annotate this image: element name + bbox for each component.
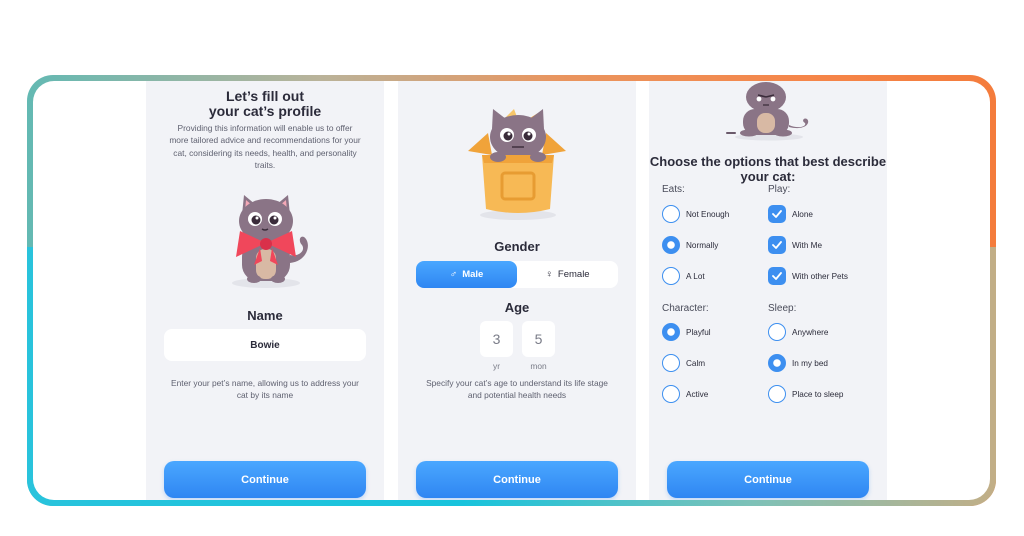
name-hint: Enter your pet’s name, allowing us to ad… bbox=[171, 378, 359, 401]
showcase-canvas: Let’s fill out your cat’s profile Provid… bbox=[33, 81, 990, 500]
play-option-with-other-pets[interactable]: With other Pets bbox=[768, 267, 848, 285]
play-label: Play: bbox=[768, 184, 791, 195]
continue-button[interactable]: Continue bbox=[667, 461, 869, 498]
profile-description: Providing this information will enable u… bbox=[169, 123, 361, 171]
option-label: Place to sleep bbox=[792, 389, 844, 399]
name-label: Name bbox=[247, 308, 283, 323]
character-option-active[interactable]: Active bbox=[662, 385, 708, 403]
option-label: In my bed bbox=[792, 358, 828, 368]
option-label: Not Enough bbox=[686, 209, 730, 219]
radio-icon bbox=[768, 323, 786, 341]
radio-icon bbox=[768, 385, 786, 403]
checkbox-checked-icon bbox=[768, 267, 786, 285]
profile-name-screen: Let’s fill out your cat’s profile Provid… bbox=[146, 81, 384, 500]
traits-title: Choose the options that best describe yo… bbox=[649, 154, 887, 184]
radio-icon bbox=[662, 385, 680, 403]
sleep-option-place-to-sleep[interactable]: Place to sleep bbox=[768, 385, 843, 403]
gender-option-male[interactable]: ♂ Male bbox=[416, 261, 517, 288]
option-label: Active bbox=[686, 389, 709, 399]
eats-label: Eats: bbox=[662, 184, 685, 195]
grumpy-cat-illustration bbox=[726, 82, 809, 141]
option-label: Anywhere bbox=[792, 327, 829, 337]
title-line-2: your cat’s profile bbox=[208, 103, 322, 119]
eats-option-normally[interactable]: Normally bbox=[662, 236, 718, 254]
age-years-input[interactable]: 3 bbox=[480, 321, 513, 357]
checkbox-checked-icon bbox=[768, 236, 786, 254]
radio-icon bbox=[662, 205, 680, 223]
gradient-frame: Let’s fill out your cat’s profile Provid… bbox=[27, 75, 996, 506]
age-hint: Specify your cat’s age to understand its… bbox=[426, 378, 608, 401]
option-label: With Me bbox=[792, 240, 823, 250]
checkbox-checked-icon bbox=[768, 205, 786, 223]
age-label: Age bbox=[504, 300, 530, 315]
character-label: Character: bbox=[662, 303, 709, 314]
cat-with-bow-illustration bbox=[232, 195, 308, 288]
age-years-unit: yr bbox=[493, 361, 500, 371]
eats-option-a-lot[interactable]: A Lot bbox=[662, 267, 705, 285]
gender-option-label: Male bbox=[462, 269, 484, 280]
gender-option-label: Female bbox=[557, 269, 590, 280]
page-title: Let’s fill out your cat’s profile bbox=[146, 89, 384, 119]
option-label: With other Pets bbox=[792, 271, 848, 281]
age-months-input[interactable]: 5 bbox=[522, 321, 555, 357]
option-label: Playful bbox=[686, 327, 711, 337]
name-input[interactable]: Bowie bbox=[164, 329, 366, 361]
traits-screen: Choose the options that best describe yo… bbox=[649, 81, 887, 500]
option-label: Alone bbox=[792, 209, 813, 219]
play-option-with-me[interactable]: With Me bbox=[768, 236, 822, 254]
age-months-unit: mon bbox=[530, 361, 547, 371]
gender-age-screen: Gender ♂ Male ♀ Female Age 3 5 yr mon Sp… bbox=[398, 81, 636, 500]
option-label: Normally bbox=[686, 240, 719, 250]
radio-selected-icon bbox=[662, 323, 680, 341]
title-line-1: Let’s fill out bbox=[225, 88, 305, 104]
continue-button[interactable]: Continue bbox=[416, 461, 618, 498]
radio-selected-icon bbox=[662, 236, 680, 254]
female-icon: ♀ bbox=[545, 269, 553, 280]
gender-option-female[interactable]: ♀ Female bbox=[517, 261, 618, 288]
sleep-option-anywhere[interactable]: Anywhere bbox=[768, 323, 828, 341]
male-icon: ♂ bbox=[449, 269, 458, 280]
option-label: A Lot bbox=[686, 271, 705, 281]
play-option-alone[interactable]: Alone bbox=[768, 205, 813, 223]
character-option-calm[interactable]: Calm bbox=[662, 354, 705, 372]
gender-label: Gender bbox=[494, 239, 540, 254]
radio-icon bbox=[662, 354, 680, 372]
sleep-label: Sleep: bbox=[768, 303, 797, 314]
option-label: Calm bbox=[686, 358, 706, 368]
sleep-option-in-my-bed[interactable]: In my bed bbox=[768, 354, 828, 372]
gender-toggle: ♂ Male ♀ Female bbox=[416, 261, 618, 288]
radio-selected-icon bbox=[768, 354, 786, 372]
cat-in-box-illustration bbox=[468, 109, 566, 220]
character-option-playful[interactable]: Playful bbox=[662, 323, 711, 341]
eats-option-not-enough[interactable]: Not Enough bbox=[662, 205, 729, 223]
continue-button[interactable]: Continue bbox=[164, 461, 366, 498]
radio-icon bbox=[662, 267, 680, 285]
